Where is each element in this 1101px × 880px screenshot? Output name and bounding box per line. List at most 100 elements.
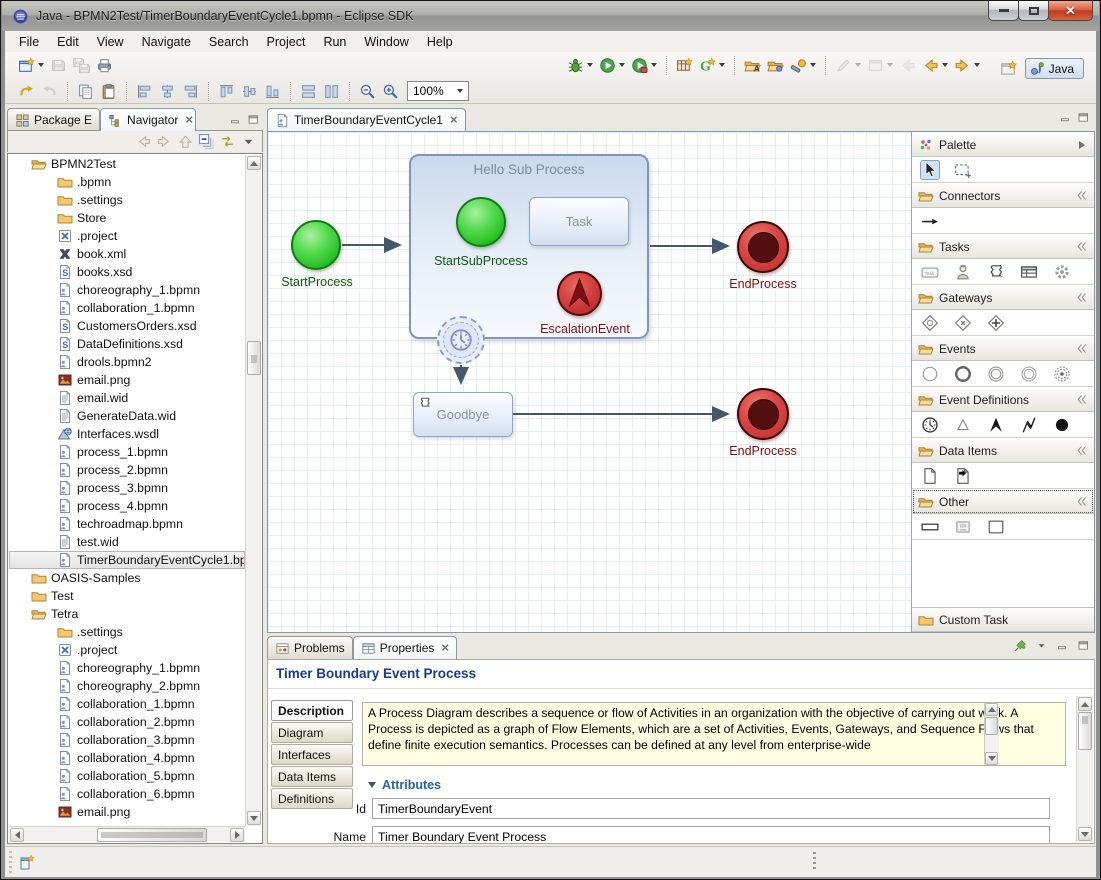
tree-item[interactable]: process_3.bpmn bbox=[9, 479, 245, 497]
zoom-level-combo[interactable]: 100% bbox=[407, 81, 469, 101]
pin-drawer-icon[interactable] bbox=[1075, 291, 1088, 304]
palette-entry[interactable]: Task bbox=[921, 263, 939, 281]
marquee-tool[interactable] bbox=[954, 161, 972, 179]
tree-item[interactable]: OASIS-Samples bbox=[9, 569, 245, 587]
pin-drawer-icon[interactable] bbox=[1075, 342, 1088, 355]
tree-item[interactable]: email.wid bbox=[9, 389, 245, 407]
tree-vertical-scrollbar[interactable] bbox=[245, 155, 261, 826]
tree-item[interactable]: Test bbox=[9, 587, 245, 605]
open-perspective-icon[interactable] bbox=[999, 60, 1017, 78]
navigator-tool[interactable] bbox=[156, 133, 173, 150]
dropdown-caret-icon[interactable] bbox=[942, 63, 948, 67]
tree-item[interactable]: S CustomersOrders.xsd bbox=[9, 317, 245, 335]
palette-entry[interactable] bbox=[1053, 416, 1071, 434]
tree-item[interactable]: collaboration_3.bpmn bbox=[9, 731, 245, 749]
menu-item[interactable]: Help bbox=[418, 33, 462, 51]
tree-item[interactable]: email.png bbox=[9, 371, 245, 389]
timer-boundary-event-node[interactable] bbox=[437, 316, 485, 364]
palette-entry[interactable] bbox=[921, 416, 939, 434]
menu-item[interactable]: View bbox=[88, 33, 133, 51]
palette-entry[interactable] bbox=[921, 467, 939, 485]
tree-item[interactable]: collaboration_1.bpmn bbox=[9, 695, 245, 713]
toolbar-button[interactable] bbox=[734, 56, 735, 75]
palette-entry[interactable] bbox=[1053, 365, 1071, 383]
palette-entry[interactable] bbox=[921, 314, 939, 332]
toolbar-button[interactable] bbox=[179, 80, 202, 102]
name-field[interactable] bbox=[372, 826, 1050, 844]
navigator-tool[interactable] bbox=[198, 133, 215, 150]
toolbar-button[interactable] bbox=[864, 54, 896, 76]
title-bar[interactable]: Java - BPMN2Test/TimerBoundaryEventCycle… bbox=[2, 1, 1099, 31]
toolbar-button[interactable] bbox=[97, 80, 120, 102]
bpmn-canvas[interactable]: Hello Sub Process StartProcess StartSubP… bbox=[268, 132, 911, 632]
toolbar-button[interactable] bbox=[951, 54, 983, 76]
tree-item[interactable]: collaboration_5.bpmn bbox=[9, 767, 245, 785]
toolbar-button[interactable] bbox=[666, 56, 667, 75]
tree-item[interactable]: Store bbox=[9, 209, 245, 227]
tree-item[interactable]: Tetra bbox=[9, 605, 245, 623]
view-tab[interactable]: Navigator × bbox=[100, 108, 196, 131]
palette-entry[interactable] bbox=[987, 518, 1005, 536]
toolbar-button[interactable] bbox=[764, 54, 787, 76]
fast-view-icon[interactable] bbox=[19, 853, 35, 871]
dropdown-caret-icon[interactable] bbox=[587, 63, 593, 67]
tree-item[interactable]: collaboration_2.bpmn bbox=[9, 713, 245, 731]
palette-entry[interactable] bbox=[987, 263, 1005, 281]
tree-item[interactable]: choreography_2.bpmn bbox=[9, 677, 245, 695]
toolbar-button[interactable]: A bbox=[741, 54, 764, 76]
tree-item[interactable]: .settings bbox=[9, 623, 245, 641]
dropdown-caret-icon[interactable] bbox=[887, 63, 893, 67]
toolbar-button[interactable] bbox=[290, 82, 291, 101]
tree-item[interactable]: GenerateData.wid bbox=[9, 407, 245, 425]
minimize-button[interactable] bbox=[988, 1, 1019, 21]
close-editor-tab-icon[interactable]: × bbox=[450, 115, 458, 125]
tree-item[interactable]: process_1.bpmn bbox=[9, 443, 245, 461]
palette-entry[interactable] bbox=[1053, 263, 1071, 281]
toolbar-button[interactable] bbox=[356, 80, 379, 102]
dropdown-caret-icon[interactable] bbox=[651, 63, 657, 67]
tree-item[interactable]: choreography_1.bpmn bbox=[9, 659, 245, 677]
properties-scrollbar[interactable] bbox=[1076, 696, 1093, 842]
minimize-view-icon[interactable] bbox=[228, 113, 243, 126]
palette-entry[interactable] bbox=[1020, 416, 1038, 434]
attributes-section-header[interactable]: Attributes bbox=[368, 778, 441, 792]
tree-item[interactable]: BPMN2Test bbox=[9, 155, 245, 173]
toolbar-button[interactable] bbox=[564, 54, 596, 76]
end-process-node-bottom[interactable] bbox=[737, 388, 789, 440]
tree-item[interactable]: .project bbox=[9, 227, 245, 245]
process-description[interactable]: A Process Diagram describes a sequence o… bbox=[362, 702, 1066, 766]
menu-item[interactable]: Run bbox=[314, 33, 355, 51]
toolbar-button[interactable] bbox=[38, 80, 61, 102]
toolbar-button[interactable] bbox=[126, 82, 127, 101]
toolbar-button[interactable] bbox=[93, 54, 116, 76]
toolbar-button[interactable] bbox=[673, 54, 696, 76]
pin-drawer-icon[interactable] bbox=[1075, 240, 1088, 253]
palette-entry[interactable] bbox=[954, 263, 972, 281]
tree-item[interactable]: process_4.bpmn bbox=[9, 497, 245, 515]
menu-item[interactable]: Edit bbox=[48, 33, 88, 51]
toolbar-button[interactable] bbox=[133, 80, 156, 102]
toolbar-button[interactable] bbox=[349, 82, 350, 101]
tree-item[interactable]: collaboration_1.bpmn bbox=[9, 299, 245, 317]
navigator-tool[interactable] bbox=[135, 133, 152, 150]
navigator-tool[interactable] bbox=[219, 133, 236, 150]
tree-item[interactable]: book.xml bbox=[9, 245, 245, 263]
menu-item[interactable]: Navigate bbox=[133, 33, 200, 51]
properties-side-tab[interactable]: Description bbox=[271, 700, 353, 721]
menu-item[interactable]: File bbox=[10, 33, 48, 51]
toolbar-button[interactable] bbox=[825, 56, 826, 75]
toolbar-button[interactable] bbox=[596, 54, 628, 76]
navigator-tool[interactable] bbox=[240, 133, 257, 150]
tree-item[interactable]: .project bbox=[9, 641, 245, 659]
palette-entry[interactable] bbox=[1020, 263, 1038, 281]
dropdown-caret-icon[interactable] bbox=[619, 63, 625, 67]
toolbar-button[interactable] bbox=[919, 54, 951, 76]
palette-entry[interactable] bbox=[921, 365, 939, 383]
palette-entry[interactable] bbox=[954, 365, 972, 383]
palette-section-header[interactable]: Data Items bbox=[912, 438, 1094, 463]
toolbar-button[interactable] bbox=[297, 80, 320, 102]
start-sub-process-event-node[interactable] bbox=[456, 197, 506, 247]
dropdown-caret-icon[interactable] bbox=[719, 63, 725, 67]
end-process-node-top[interactable] bbox=[737, 221, 789, 273]
tree-item[interactable]: .settings bbox=[9, 191, 245, 209]
